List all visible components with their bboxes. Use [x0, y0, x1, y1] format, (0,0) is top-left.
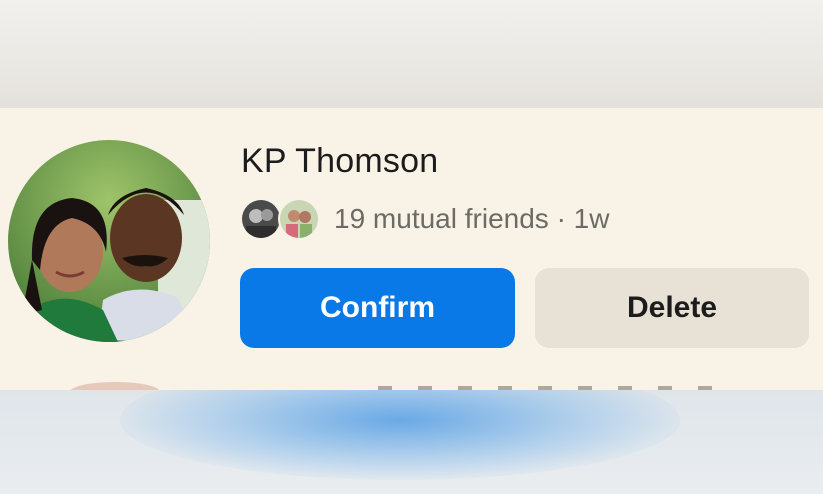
requester-name[interactable]: KP Thomson — [241, 142, 438, 181]
mutual-friends-text: 19 mutual friends · 1w — [334, 203, 610, 234]
mutual-friend-avatar-icon — [280, 200, 318, 238]
friend-request-card: KP Thomson 19 mutual friends · 1w Confir… — [0, 108, 823, 402]
mutual-friends-row[interactable]: 19 mutual friends · 1w — [240, 196, 609, 242]
blurred-background-top — [0, 0, 823, 108]
mutual-friend-avatar-icon — [242, 200, 280, 238]
profile-photo-icon — [8, 140, 210, 342]
mutual-friend-avatar — [278, 198, 320, 240]
delete-button[interactable]: Delete — [535, 268, 809, 348]
confirm-button[interactable]: Confirm — [240, 268, 515, 348]
mutual-friend-avatar — [240, 198, 282, 240]
blurred-background-bottom — [0, 390, 823, 494]
blue-glow — [120, 390, 680, 480]
profile-avatar[interactable] — [8, 140, 210, 342]
